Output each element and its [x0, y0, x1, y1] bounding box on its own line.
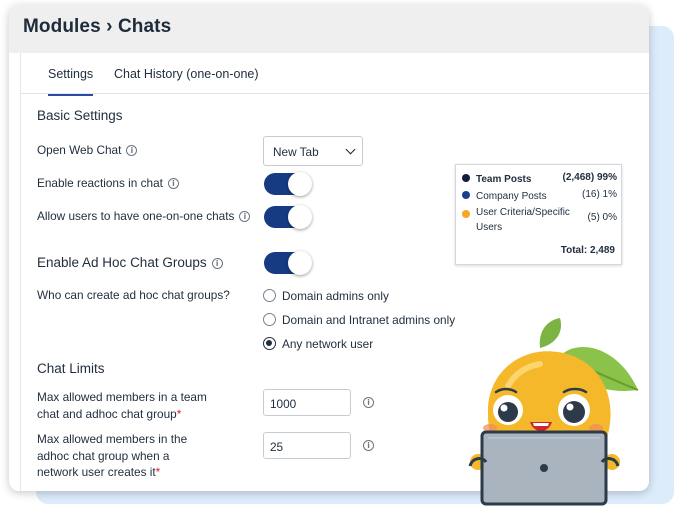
label-text: network user creates it: [37, 465, 156, 479]
chat-limits-title: Chat Limits: [37, 361, 105, 376]
toggle-knob: [288, 205, 312, 229]
tab-chat-history[interactable]: Chat History (one-on-one): [114, 67, 259, 81]
label-line: chat and adhoc chat group*: [37, 406, 207, 423]
label-line: Max allowed members in a team: [37, 390, 207, 404]
info-circle-icon[interactable]: i: [126, 145, 138, 156]
one-on-one-row: Allow users to have one-on-one chats i: [37, 208, 251, 225]
label-line: Max allowed members in the: [37, 432, 188, 446]
info-circle-icon[interactable]: i: [363, 440, 374, 451]
radio-label: Domain and Intranet admins only: [282, 313, 456, 327]
radio-any-network-user[interactable]: Any network user: [263, 337, 373, 351]
radio-circle[interactable]: [263, 313, 276, 326]
open-web-chat-label: Open Web Chat: [37, 143, 122, 157]
label-text: chat and adhoc chat group: [37, 406, 177, 421]
toggle-knob: [288, 251, 312, 275]
adhoc-label: Enable Ad Hoc Chat Groups: [37, 255, 207, 270]
adhoc-row: Enable Ad Hoc Chat Groups i: [37, 255, 223, 272]
tooltip-value: (2,468) 99%: [562, 172, 617, 183]
enable-reactions-label: Enable reactions in chat: [37, 176, 163, 190]
legend-dot: [462, 174, 470, 182]
radio-label: Any network user: [282, 337, 374, 351]
open-web-chat-select[interactable]: New Tab: [263, 136, 363, 166]
max-team-input[interactable]: 1000: [263, 389, 351, 416]
toggle-knob: [288, 172, 312, 196]
tab-settings[interactable]: Settings: [48, 67, 94, 96]
tooltip-total: Total: 2,489: [560, 245, 615, 256]
tooltip-value: (5) 0%: [587, 212, 617, 223]
adhoc-question: Who can create ad hoc chat groups?: [37, 288, 230, 302]
info-circle-icon[interactable]: i: [239, 211, 251, 222]
required-marker: *: [176, 406, 182, 421]
info-circle-icon[interactable]: i: [363, 397, 374, 408]
radio-circle[interactable]: [263, 289, 276, 302]
post-stats-tooltip: Team Posts (2,468) 99% Company Posts (16…: [455, 164, 622, 265]
tooltip-name-line: Users: [476, 222, 503, 233]
one-on-one-label: Allow users to have one-on-one chats: [37, 209, 235, 223]
input-value: 1000: [270, 397, 297, 411]
open-web-chat-row: Open Web Chat i: [37, 142, 138, 159]
info-circle-icon[interactable]: i: [211, 258, 223, 269]
radio-circle[interactable]: [263, 337, 276, 350]
enable-reactions-toggle[interactable]: [264, 172, 312, 196]
tab-bar: Settings Chat History (one-on-one): [21, 53, 649, 96]
card-header: Modules › Chats: [9, 5, 649, 53]
max-adhoc-label: Max allowed members in the adhoc chat gr…: [37, 431, 187, 481]
label-line: adhoc chat group when a: [37, 448, 170, 463]
mango-laptop-mascot: [468, 318, 639, 506]
max-adhoc-input[interactable]: 25: [263, 432, 351, 459]
one-on-one-toggle[interactable]: [264, 205, 312, 229]
basic-settings-title: Basic Settings: [37, 108, 123, 123]
tooltip-value: (16) 1%: [581, 189, 617, 200]
tooltip-name: Team Posts: [476, 174, 532, 185]
page-title: Modules › Chats: [23, 16, 172, 37]
chevron-down-icon: [345, 144, 356, 155]
legend-dot: [462, 191, 470, 199]
enable-reactions-row: Enable reactions in chat i: [37, 175, 179, 192]
adhoc-toggle[interactable]: [264, 251, 312, 275]
radio-label: Domain admins only: [282, 289, 389, 303]
radio-domain-admins[interactable]: Domain admins only: [263, 289, 389, 303]
open-web-chat-value: New Tab: [273, 145, 319, 159]
info-circle-icon[interactable]: i: [167, 178, 179, 189]
tooltip-name: Company Posts: [476, 191, 547, 202]
required-marker: *: [155, 465, 161, 479]
radio-domain-intranet-admins[interactable]: Domain and Intranet admins only: [263, 313, 455, 327]
label-line: network user creates it*: [37, 464, 187, 481]
legend-dot: [462, 210, 470, 218]
max-team-label: Max allowed members in a team chat and a…: [37, 389, 207, 422]
tooltip-name: User Criteria/Specific Users: [476, 205, 570, 235]
tooltip-name-line: User Criteria/Specific: [476, 207, 570, 218]
input-value: 25: [270, 440, 284, 454]
